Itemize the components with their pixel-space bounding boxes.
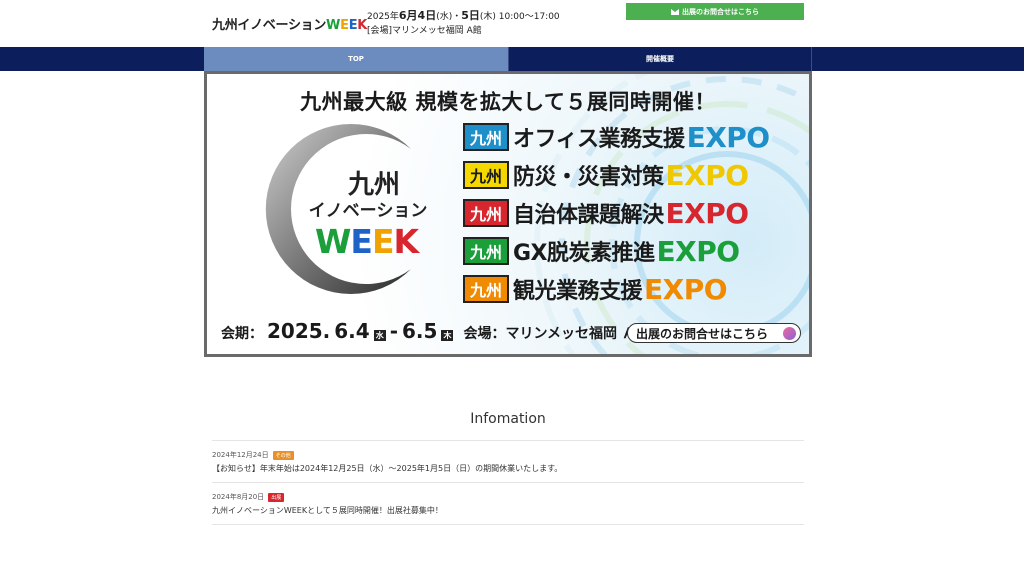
- divider: [212, 524, 804, 525]
- banner-cta-label: 出展のお問合せはこちら: [636, 326, 769, 341]
- period-dash: -: [389, 319, 399, 343]
- week-letter: E: [350, 222, 373, 261]
- expo-suffix: EXPO: [644, 272, 728, 306]
- news-date: 2024年12月24日: [212, 451, 269, 459]
- date-day-2: 5日: [461, 9, 480, 22]
- banner-venue: 会場：マリンメッセ福岡 Ａ館: [463, 326, 650, 342]
- week-logo-innovation: イノベーション: [308, 201, 428, 221]
- expo-tag: 九州: [463, 123, 509, 151]
- expo-row: 九州 観光業務支援 EXPO: [463, 272, 728, 306]
- venue-line: [会場]マリンメッセ福岡 A館: [367, 26, 482, 36]
- expo-tag: 九州: [463, 161, 509, 189]
- tab-overview[interactable]: 開催概要: [508, 47, 812, 71]
- news-date-row: 2024年8月20日 出展: [212, 492, 285, 502]
- expo-row: 九州 オフィス業務支援 EXPO: [463, 120, 770, 154]
- period-start: 6.4: [334, 319, 370, 343]
- expo-row: 九州 GX脱炭素推進 EXPO: [463, 234, 740, 268]
- main-nav: TOP 開催概要: [0, 47, 1024, 71]
- divider: [212, 482, 804, 483]
- banner-contact-button[interactable]: 出展のお問合せはこちら: [627, 323, 801, 343]
- news-category-badge: 出展: [268, 492, 285, 502]
- news-date: 2024年8月20日: [212, 493, 265, 501]
- logo-text: 九州イノベーション: [212, 18, 327, 33]
- logo-letter: E: [340, 18, 349, 33]
- expo-name: GX脱炭素推進: [513, 241, 655, 266]
- date-day-1: 6月4日: [398, 9, 437, 22]
- expo-row: 九州 自治体課題解決 EXPO: [463, 196, 749, 230]
- expo-suffix: EXPO: [665, 196, 750, 230]
- expo-name: 自治体課題解決: [513, 203, 664, 228]
- expo-name: オフィス業務支援: [513, 127, 685, 152]
- banner-period: 会期： 2025. 6.4 水 -6.5 木 会場：マリンメッセ福岡 Ａ館: [221, 319, 650, 343]
- news-date-row: 2024年12月24日 その他: [212, 450, 294, 460]
- site-logo[interactable]: 九州イノベーションWEEK: [212, 14, 367, 33]
- news-item-link[interactable]: 【お知らせ】年末年始は2024年12月25日（水）〜2025年1月5日（日）の期…: [212, 463, 562, 474]
- week-letter: K: [393, 222, 420, 261]
- logo-letter: W: [326, 18, 341, 33]
- hero-banner[interactable]: 九州最大級 規模を拡大して５展同時開催！ 九州 イノベーション WEEK 九州オ…: [204, 71, 812, 357]
- site-header: 九州イノベーションWEEK 2025年6月4日(水)・5日(木) 10:00〜1…: [0, 0, 1024, 47]
- exhibit-contact-button[interactable]: 出展のお問合せはこちら: [626, 3, 804, 20]
- week-letter: W: [315, 222, 351, 261]
- period-year: 2025.: [267, 319, 331, 343]
- news-item-link[interactable]: 九州イノベーションWEEKとして５展同時開催！出展社募集中！: [212, 505, 443, 516]
- week-logo-word: WEEK: [315, 222, 420, 261]
- period-end: 6.5: [402, 319, 438, 343]
- info-section-title: Infomation: [470, 411, 546, 427]
- week-letter: E: [371, 222, 395, 261]
- logo-letter: E: [348, 18, 358, 33]
- mail-icon: [671, 8, 679, 15]
- expo-suffix: EXPO: [686, 120, 771, 154]
- contact-label: 出展のお問合せはこちら: [682, 7, 759, 16]
- date-year: 2025年: [367, 12, 399, 22]
- date-weekday-time: (木) 10:00〜17:00: [479, 12, 560, 22]
- expo-suffix: EXPO: [665, 158, 750, 192]
- expo-row: 九州 防災・災害対策 EXPO: [463, 158, 749, 192]
- date-weekday-1: (水)・: [436, 12, 462, 22]
- tab-top[interactable]: TOP: [204, 47, 508, 71]
- period-day-2: 木: [441, 330, 454, 341]
- expo-tag: 九州: [463, 237, 509, 265]
- expo-tag: 九州: [463, 199, 509, 227]
- expo-name: 観光業務支援: [513, 279, 643, 304]
- arrow-right-icon: [783, 327, 796, 340]
- period-label: 会期：: [221, 326, 263, 342]
- period-day-1: 水: [373, 330, 386, 341]
- expo-suffix: EXPO: [656, 234, 741, 268]
- expo-tag: 九州: [463, 275, 509, 303]
- news-category-badge: その他: [272, 450, 294, 460]
- logo-letter: K: [357, 18, 368, 33]
- divider: [212, 440, 804, 441]
- expo-name: 防災・災害対策: [513, 165, 664, 190]
- banner-headline: 九州最大級 規模を拡大して５展同時開催！: [300, 90, 716, 114]
- event-date-info: 2025年6月4日(水)・5日(木) 10:00〜17:00 [会場]マリンメッ…: [367, 9, 560, 38]
